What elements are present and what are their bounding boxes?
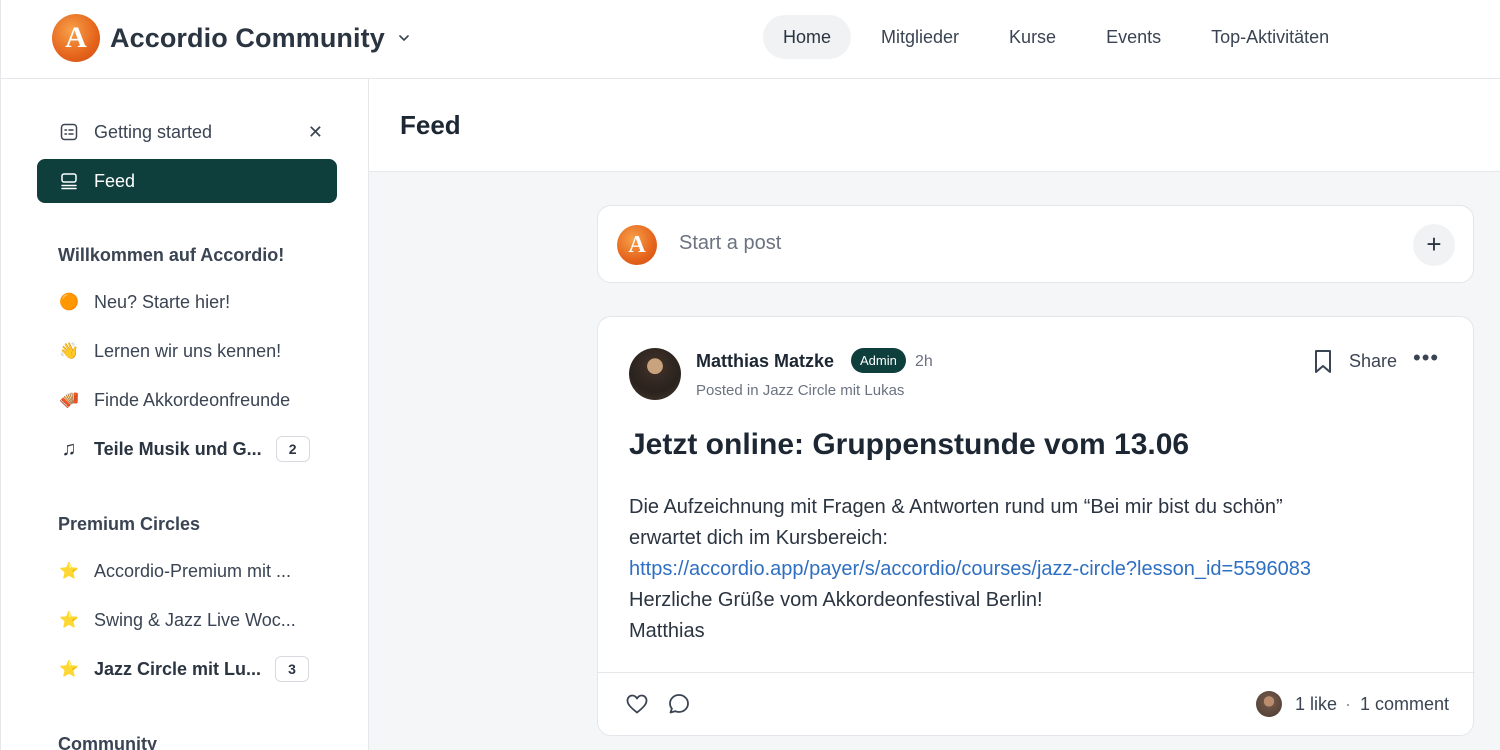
user-avatar: A — [617, 225, 657, 265]
start-post-input[interactable]: Start a post — [679, 232, 781, 255]
posted-in-space[interactable]: Posted in Jazz Circle mit Lukas — [696, 382, 904, 399]
accordion-icon: 🪗 — [59, 392, 79, 409]
post-body-line: Die Aufzeichnung mit Fragen & Antworten … — [629, 496, 1283, 518]
sidebar-item-label: Swing & Jazz Live Woc... — [94, 609, 296, 630]
comment-icon[interactable] — [667, 692, 691, 716]
section-title-willkommen: Willkommen auf Accordio! — [58, 245, 285, 265]
sidebar-item-label: Feed — [94, 170, 136, 191]
sidebar-item-label: Teile Musik und G... — [94, 438, 262, 459]
sidebar-item-label: Neu? Starte hier! — [94, 291, 231, 312]
nav-mitglieder[interactable]: Mitglieder — [861, 15, 979, 59]
author-name[interactable]: Matthias Matzke — [696, 351, 834, 372]
liker-avatar — [1256, 691, 1282, 717]
top-header: A Accordio Community Home Mitglieder Kur… — [0, 0, 1500, 79]
section-title-community: Community — [58, 734, 157, 750]
sidebar-item-neu-starte-hier[interactable]: 🟠 Neu? Starte hier! — [37, 280, 337, 324]
post-body-line: erwartet dich im Kursbereich: — [629, 527, 888, 549]
separator-dot: · — [1345, 694, 1351, 714]
admin-badge: Admin — [851, 348, 906, 373]
more-options-icon[interactable]: ••• — [1413, 345, 1439, 371]
share-button[interactable]: Share — [1349, 351, 1397, 372]
heart-icon[interactable] — [625, 692, 649, 716]
sidebar-item-feed[interactable]: Feed — [37, 159, 337, 203]
sidebar-item-label: Getting started — [94, 121, 213, 142]
sidebar-item-finde-akkordeonfreunde[interactable]: 🪗 Finde Akkordeonfreunde — [37, 378, 337, 422]
sidebar-item-label: Jazz Circle mit Lu... — [94, 658, 262, 679]
sidebar-item-label: Accordio-Premium mit ... — [94, 560, 292, 581]
unread-count-badge: 2 — [275, 436, 310, 462]
post-body-line: Herzliche Grüße vom Akkordeonfestival Be… — [629, 589, 1043, 611]
checklist-icon — [59, 122, 79, 142]
sidebar-item-accordio-premium[interactable]: ⭐ Accordio-Premium mit ... — [37, 549, 337, 593]
sidebar-item-teile-musik[interactable]: ♫ Teile Musik und G... 2 — [37, 427, 337, 471]
post-composer[interactable]: A Start a post + — [597, 205, 1474, 283]
nav-events[interactable]: Events — [1086, 15, 1181, 59]
post-body: Die Aufzeichnung mit Fragen & Antworten … — [629, 492, 1459, 647]
star-icon: ⭐ — [59, 563, 79, 580]
bookmark-icon[interactable] — [1312, 349, 1334, 375]
feed-post: Matthias Matzke Admin 2h Posted in Jazz … — [597, 316, 1475, 737]
sidebar-item-getting-started[interactable]: Getting started ✕ — [37, 110, 337, 154]
community-name: Accordio Community — [110, 22, 385, 53]
sidebar-item-label: Lernen wir uns kennen! — [94, 340, 282, 361]
main-content: Feed A Start a post + Matthias Matzke Ad… — [369, 79, 1500, 750]
sidebar-item-swing-jazz-live[interactable]: ⭐ Swing & Jazz Live Woc... — [37, 598, 337, 642]
page-title: Feed — [400, 110, 461, 140]
close-icon[interactable]: ✕ — [308, 122, 323, 143]
nav-top-aktivitaeten[interactable]: Top-Aktivitäten — [1191, 15, 1349, 59]
sidebar-item-jazz-circle[interactable]: ⭐ Jazz Circle mit Lu... 3 — [37, 647, 337, 691]
star-icon: ⭐ — [59, 612, 79, 629]
nav-home[interactable]: Home — [763, 15, 852, 59]
feed-header: Feed — [369, 79, 1500, 172]
lesson-link[interactable]: https://accordio.app/payer/s/accordio/co… — [629, 554, 1459, 585]
chevron-down-icon — [399, 35, 409, 41]
nav-kurse[interactable]: Kurse — [989, 15, 1076, 59]
author-avatar[interactable] — [629, 348, 681, 400]
comments-count[interactable]: 1 comment — [1360, 694, 1449, 715]
accordio-logo: A — [52, 14, 100, 62]
music-note-icon: ♫ — [61, 437, 77, 460]
sidebar-item-lernen-wir-uns-kennen[interactable]: 👋 Lernen wir uns kennen! — [37, 329, 337, 373]
waving-hand-icon: 👋 — [59, 343, 79, 360]
post-timestamp[interactable]: 2h — [915, 353, 933, 371]
sidebar: Getting started ✕ Feed Willkommen auf Ac… — [0, 79, 369, 750]
section-title-premium-circles: Premium Circles — [58, 514, 201, 534]
add-post-button[interactable]: + — [1413, 224, 1455, 266]
orange-circle-icon: 🟠 — [59, 294, 79, 311]
post-actions-bar: 1 like · 1 comment — [598, 672, 1475, 737]
likes-count[interactable]: 1 like — [1295, 694, 1337, 715]
sidebar-item-label: Finde Akkordeonfreunde — [94, 389, 291, 410]
post-signoff: Matthias — [629, 620, 705, 642]
main-nav: Home Mitglieder Kurse Events Top-Aktivit… — [763, 15, 1359, 59]
community-switcher[interactable]: A Accordio Community — [52, 14, 409, 62]
post-title[interactable]: Jetzt online: Gruppenstunde vom 13.06 — [629, 428, 1189, 462]
star-icon: ⭐ — [59, 661, 79, 678]
feed-icon — [59, 171, 79, 191]
unread-count-badge: 3 — [275, 656, 310, 682]
